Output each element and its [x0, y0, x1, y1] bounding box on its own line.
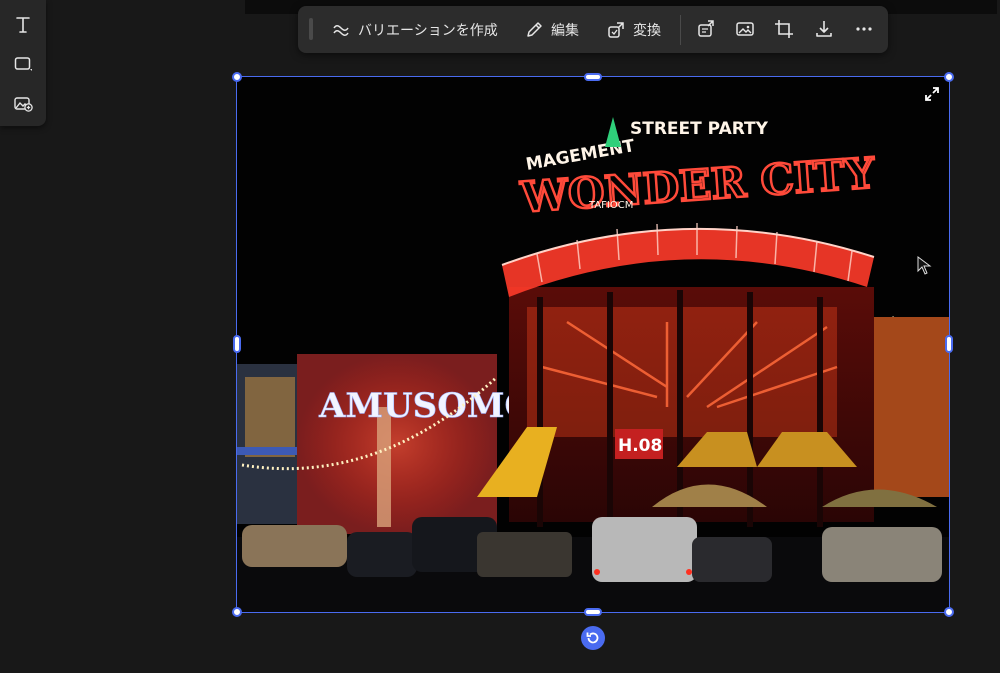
transform-icon: [608, 22, 624, 38]
shape-tool[interactable]: [11, 52, 35, 76]
resize-handle-bottom-left[interactable]: [232, 607, 242, 617]
rectangle-icon: [14, 57, 32, 71]
rotate-icon: [586, 632, 599, 644]
crop-icon: [775, 20, 793, 38]
resize-handle-right[interactable]: [945, 335, 953, 353]
more-icon: [856, 27, 872, 31]
image-button[interactable]: [734, 18, 756, 40]
toolbar-divider: [680, 15, 681, 45]
tool-rail: [0, 0, 46, 126]
crop-button[interactable]: [773, 18, 795, 40]
night-scene-illustration: AMUSOMONT MAGEMENT STREET PARTY WONDER C…: [237, 77, 949, 612]
rotate-button[interactable]: [581, 626, 605, 650]
remix-button[interactable]: [695, 18, 717, 40]
more-button[interactable]: [853, 18, 875, 40]
text-tool[interactable]: [11, 13, 35, 37]
resize-handle-left[interactable]: [233, 335, 241, 353]
variation-icon: [333, 25, 349, 36]
expand-icon[interactable]: [924, 86, 940, 102]
add-image-tool[interactable]: [11, 91, 35, 115]
text-icon: [16, 17, 30, 33]
resize-handle-bottom-right[interactable]: [944, 607, 954, 617]
resize-handle-top-right[interactable]: [944, 72, 954, 82]
create-variation-label: バリエーションを作成: [358, 23, 498, 39]
add-image-icon: [14, 97, 33, 112]
image-icon: [736, 22, 754, 36]
transform-label: 変換: [633, 23, 661, 39]
toolbar-drag-handle[interactable]: [309, 18, 313, 40]
mouse-cursor-icon: [917, 256, 933, 276]
resize-handle-bottom[interactable]: [584, 608, 602, 616]
canvas-image[interactable]: AMUSOMONT MAGEMENT STREET PARTY WONDER C…: [237, 77, 949, 612]
remix-icon: [698, 20, 714, 37]
sign-h08: H.08: [618, 436, 662, 456]
transform-button[interactable]: 変換: [606, 15, 661, 45]
image-toolbar: バリエーションを作成 編集 変換: [298, 6, 888, 53]
sign-subtitle: TAFIOCM: [588, 200, 633, 211]
download-button[interactable]: [813, 18, 835, 40]
resize-handle-top-left[interactable]: [232, 72, 242, 82]
download-icon: [816, 21, 832, 37]
resize-handle-top[interactable]: [584, 73, 602, 81]
pencil-icon: [527, 22, 542, 37]
create-variation-button[interactable]: バリエーションを作成: [331, 15, 498, 45]
edit-label: 編集: [551, 23, 579, 39]
edit-button[interactable]: 編集: [524, 15, 579, 45]
sign-street-party: STREET PARTY: [630, 119, 769, 139]
